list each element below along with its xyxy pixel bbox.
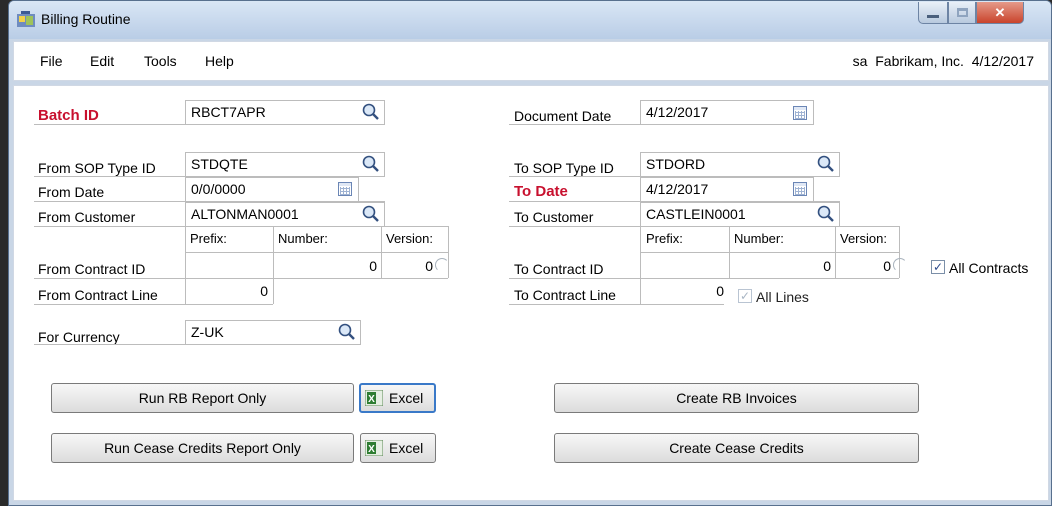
minimize-icon [927,15,939,18]
from-sop-type-label: From SOP Type ID [38,160,156,176]
maximize-icon [956,8,968,17]
all-contracts-checkbox[interactable]: ✓ [931,260,945,274]
from-contract-line-field[interactable]: 0 [185,283,268,299]
to-date-calendar-icon[interactable] [793,182,807,196]
from-date-label: From Date [38,184,105,200]
from-version-header: Version: [386,231,433,246]
billing-routine-window: Billing Routine ✕ File Edit Tools Help s… [8,0,1052,506]
run-cease-credits-report-button[interactable]: Run Cease Credits Report Only [51,433,354,463]
from-date-calendar-icon[interactable] [338,182,352,196]
from-contract-version-field[interactable]: 0 [381,258,433,274]
currency-label: For Currency [38,329,120,345]
document-date-field[interactable]: 4/12/2017 [640,100,814,124]
from-contract-number-field[interactable]: 0 [273,258,377,274]
menu-edit[interactable]: Edit [90,53,114,69]
menu-tools[interactable]: Tools [144,53,177,69]
from-contract-id-label: From Contract ID [38,261,146,277]
batch-id-field[interactable]: RBCT7APR [185,100,385,124]
create-cease-credits-button[interactable]: Create Cease Credits [554,433,919,463]
all-contracts-label: All Contracts [949,260,1029,276]
to-number-header: Number: [734,231,784,246]
to-contract-version-spinner[interactable] [893,258,907,272]
svg-text:X: X [368,394,375,405]
to-contract-line-field[interactable]: 0 [640,283,724,299]
document-date-calendar-icon[interactable] [793,106,807,120]
title-bar[interactable]: Billing Routine ✕ [9,1,1051,39]
from-number-header: Number: [278,231,328,246]
from-customer-field[interactable]: ALTONMAN0001 [185,202,385,226]
from-customer-lookup-icon[interactable] [361,204,381,224]
batch-id-lookup-icon[interactable] [361,102,381,122]
close-icon: ✕ [994,4,1006,20]
to-contract-line-label: To Contract Line [514,287,616,303]
currency-lookup-icon[interactable] [337,322,357,342]
from-customer-label: From Customer [38,209,136,225]
to-contract-version-field[interactable]: 0 [835,258,891,274]
from-sop-type-field[interactable]: STDQTE [185,152,385,176]
maximize-button[interactable] [948,2,976,24]
to-sop-type-label: To SOP Type ID [514,160,614,176]
user-company-date: sa Fabrikam, Inc. 4/12/2017 [852,53,1034,69]
excel-button-2[interactable]: X Excel [360,433,436,463]
excel-icon: X [365,440,383,456]
to-sop-type-field[interactable]: STDORD [640,152,840,176]
svg-text:X: X [368,444,375,455]
window-title: Billing Routine [41,11,131,27]
from-contract-version-spinner[interactable] [435,258,449,272]
to-contract-id-label: To Contract ID [514,261,604,277]
batch-id-label: Batch ID [38,107,99,124]
document-date-label: Document Date [514,108,612,124]
all-lines-label: All Lines [756,289,809,305]
menu-help[interactable]: Help [205,53,234,69]
create-rb-invoices-button[interactable]: Create RB Invoices [554,383,919,413]
menu-file[interactable]: File [40,53,63,69]
run-rb-report-button[interactable]: Run RB Report Only [51,383,354,413]
close-button[interactable]: ✕ [976,2,1024,24]
to-version-header: Version: [840,231,887,246]
app-icon [17,11,35,27]
from-sop-type-lookup-icon[interactable] [361,154,381,174]
excel-button-1[interactable]: X Excel [359,383,436,413]
currency-field[interactable]: Z-UK [185,320,361,344]
excel-label-2: Excel [389,440,424,456]
to-sop-type-lookup-icon[interactable] [816,154,836,174]
to-contract-number-field[interactable]: 0 [729,258,831,274]
all-lines-checkbox[interactable]: ✓ [738,289,752,303]
form-area: Batch ID RBCT7APR Document Date 4/12/201… [13,85,1049,501]
excel-icon: X [365,390,383,406]
from-date-field[interactable]: 0/0/0000 [185,177,359,201]
from-prefix-header: Prefix: [190,231,227,246]
from-contract-line-label: From Contract Line [38,287,158,303]
to-customer-lookup-icon[interactable] [816,204,836,224]
to-customer-label: To Customer [514,209,594,225]
menu-bar: File Edit Tools Help sa Fabrikam, Inc. 4… [13,41,1049,81]
to-date-field[interactable]: 4/12/2017 [640,177,814,201]
excel-label-1: Excel [389,390,424,406]
to-prefix-header: Prefix: [646,231,683,246]
to-customer-field[interactable]: CASTLEIN0001 [640,202,840,226]
minimize-button[interactable] [918,2,948,24]
to-date-label: To Date [514,183,568,200]
